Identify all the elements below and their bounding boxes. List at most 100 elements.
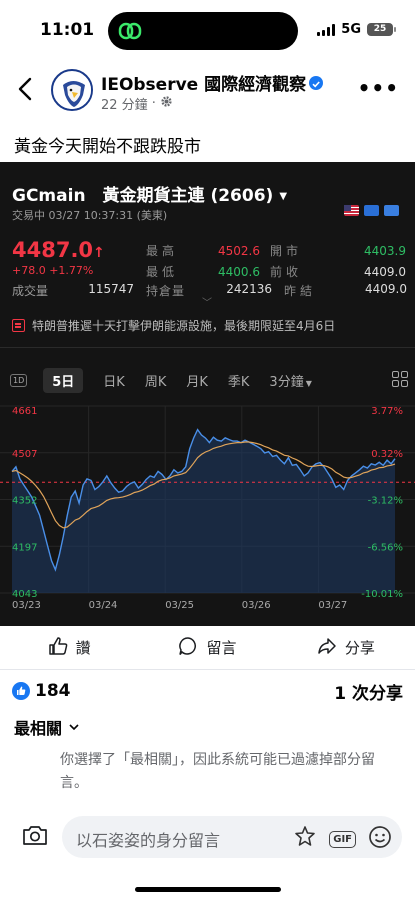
reaction-count: 184: [35, 681, 71, 701]
last-close-value: 4409.0: [365, 282, 407, 296]
stat-row: 最低 4400.6 前收 4409.0: [146, 261, 406, 282]
last-price-value: 4487.0: [12, 238, 94, 262]
tab-3min-label: 3分鐘: [269, 374, 304, 390]
exchange-icon: [384, 205, 399, 216]
tab-quarterly[interactable]: 季K: [228, 371, 250, 390]
x-tick-label: 03/26: [242, 600, 271, 611]
signal-icon: [317, 23, 336, 36]
post-text: 黃金今天開始不跟跌股市: [14, 137, 201, 157]
share-button[interactable]: 分享: [277, 626, 415, 669]
post-header: IEObserve 國際經濟觀察 22 分鐘 · •••: [0, 62, 415, 118]
price-area: [12, 429, 395, 593]
y-tick-label-right: -10.01%: [361, 589, 403, 600]
comment-label: 留言: [206, 639, 237, 657]
oi-label: 持倉量: [146, 284, 186, 298]
page-name[interactable]: IEObserve 國際經濟觀察: [101, 70, 324, 95]
stats-table: 最高 4502.6 開市 4403.9 最低 4400.6 前收 4409.0: [146, 240, 406, 282]
y-tick-label: 4352: [12, 496, 37, 507]
thumbs-up-icon: [48, 636, 68, 660]
chevron-down-icon: ▼: [279, 191, 288, 202]
emoji-icon[interactable]: [368, 825, 392, 853]
stat-value: 4400.6: [218, 264, 260, 279]
tab-monthly[interactable]: 月K: [186, 371, 208, 390]
tab-3min[interactable]: 3分鐘 ▼: [269, 371, 311, 390]
stat-label: 最低: [146, 265, 179, 279]
stat-value: 4403.9: [364, 243, 406, 258]
price-chart[interactable]: 4661 3.77% 4507 0.32% 4352 -3.12% 4197 -6.56% 40…: [0, 398, 415, 616]
chevron-down-icon: [68, 718, 80, 737]
post-time[interactable]: 22 分鐘: [101, 94, 148, 113]
link-icon: [118, 19, 142, 43]
stat-label: 開市: [270, 244, 303, 258]
comment-button[interactable]: 留言: [138, 626, 276, 669]
y-tick-label-right: -3.12%: [368, 496, 403, 507]
y-tick-label-right: 3.77%: [371, 406, 403, 417]
post-actions: 讚 留言 分享: [0, 626, 415, 670]
stat-label: 最高: [146, 244, 179, 258]
filter-notice: 你選擇了「最相關」，因此系統可能已過濾掉部分留言。: [60, 752, 375, 791]
like-reaction-icon: [12, 682, 30, 700]
last-close-label: 昨結: [284, 284, 317, 298]
quote-card[interactable]: GCmain 黃金期貨主連 (2606) ▼ 交易中 03/27 10:37:31…: [0, 162, 415, 626]
share-label: 分享: [344, 639, 375, 657]
last-price: 4487.0↑: [12, 238, 105, 262]
divider: [0, 347, 415, 348]
y-tick-label: 4197: [12, 542, 37, 553]
us-flag-icon: [344, 205, 359, 216]
grid-layout-icon[interactable]: [392, 371, 408, 387]
clock: 11:01: [40, 20, 95, 40]
page-name-text: IEObserve 國際經濟觀察: [101, 75, 307, 95]
comment-placeholder: 以石姿姿的身分留言: [76, 831, 221, 850]
x-tick-label: 03/27: [318, 600, 347, 611]
like-button[interactable]: 讚: [0, 626, 138, 669]
sort-label: 最相關: [14, 719, 63, 738]
comment-bubble-icon: [178, 636, 198, 660]
stat-value: 4502.6: [218, 243, 260, 258]
tab-1d[interactable]: 1D: [10, 373, 28, 387]
battery-icon: 25: [367, 23, 396, 36]
chart-tabs: 1D 5日 日K 周K 月K 季K 3分鐘 ▼: [10, 367, 410, 393]
x-tick-label: 03/23: [12, 600, 41, 611]
stat-value: 4409.0: [364, 264, 406, 279]
news-headline[interactable]: 特朗普推遲十天打擊伊朗能源設施，最後期限延至4月6日: [12, 317, 335, 334]
running-icon: [364, 205, 379, 216]
avatar-sticker-icon[interactable]: [293, 825, 317, 853]
volume-label: 成交量: [12, 284, 49, 298]
up-arrow-icon: ↑: [93, 245, 105, 261]
tab-daily[interactable]: 日K: [103, 371, 125, 390]
network-label: 5G: [341, 22, 361, 37]
comment-input[interactable]: 以石姿姿的身分留言 GIF: [62, 816, 402, 858]
y-tick-label-right: 0.32%: [371, 449, 403, 460]
status-bar: 11:01 5G 25: [0, 0, 415, 60]
y-tick-label: 4043: [12, 589, 37, 600]
tab-5d[interactable]: 5日: [43, 367, 84, 393]
y-tick-label: 4507: [12, 449, 37, 460]
y-tick-label: 4661: [12, 406, 37, 417]
status-icons: 5G 25: [317, 22, 396, 37]
tab-weekly[interactable]: 周K: [145, 371, 167, 390]
share-count[interactable]: 1 次分享: [334, 679, 403, 704]
share-arrow-icon: [317, 636, 337, 660]
like-label: 讚: [75, 639, 91, 657]
gear-icon: [160, 95, 173, 112]
more-options-icon[interactable]: •••: [358, 76, 399, 100]
quote-title[interactable]: GCmain 黃金期貨主連 (2606) ▼: [12, 181, 287, 206]
back-arrow-icon[interactable]: [14, 76, 38, 102]
gif-icon[interactable]: GIF: [329, 830, 356, 848]
camera-icon[interactable]: [22, 824, 48, 846]
avatar[interactable]: [51, 69, 93, 111]
news-icon: [12, 319, 25, 332]
trading-status: 交易中 03/27 10:37:31 (美東): [12, 209, 168, 222]
volume-value: 115747: [88, 282, 134, 296]
comment-sort[interactable]: 最相關: [14, 715, 80, 739]
stat-row: 最高 4502.6 開市 4403.9: [146, 240, 406, 261]
news-text: 特朗普推遲十天打擊伊朗能源設施，最後期限延至4月6日: [32, 319, 336, 333]
verified-badge-icon: [309, 76, 324, 90]
x-tick-label: 03/25: [165, 600, 194, 611]
caret-down-icon: ▼: [305, 378, 312, 388]
reaction-summary[interactable]: 184 1 次分享: [12, 677, 403, 705]
expand-chevron-icon[interactable]: ﹀: [202, 294, 212, 309]
comment-composer: 以石姿姿的身分留言 GIF: [0, 806, 415, 870]
dynamic-island: [108, 12, 298, 50]
price-change: +78.0 +1.77%: [12, 264, 94, 277]
